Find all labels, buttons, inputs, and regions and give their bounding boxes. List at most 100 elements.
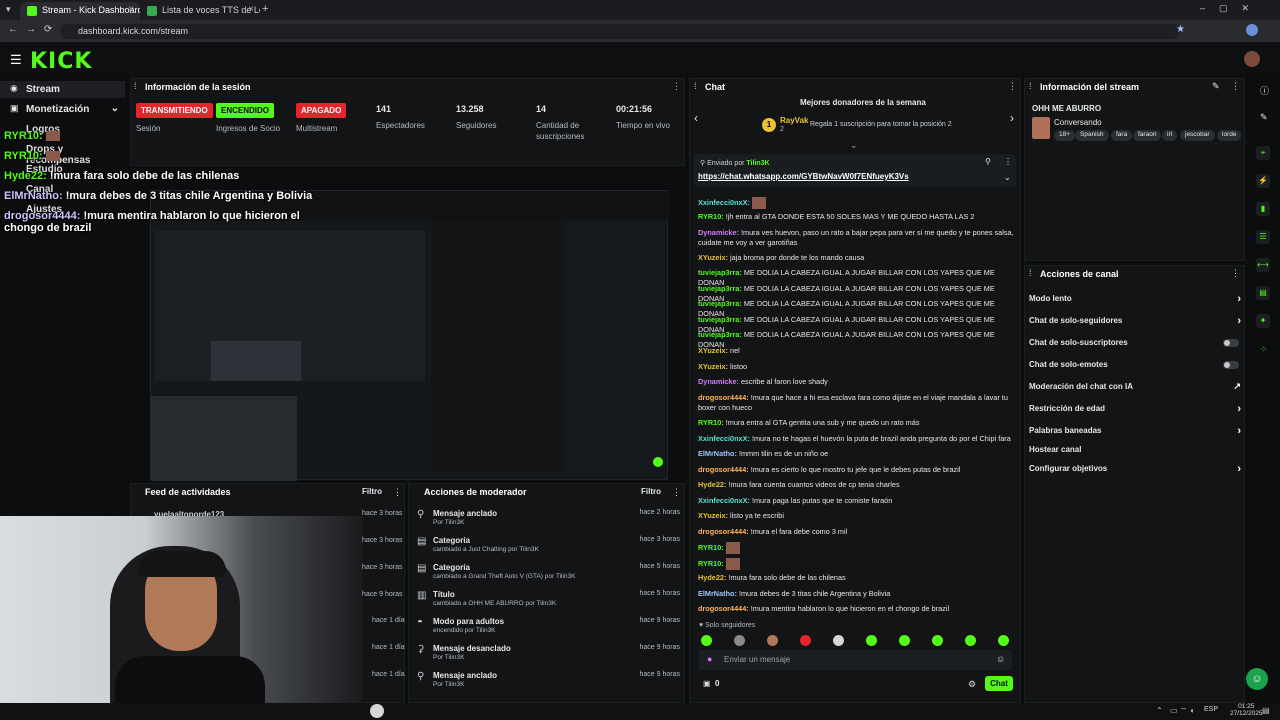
clock[interactable]: 01:25 27/12/2025 [1230,703,1263,717]
emote-icon[interactable] [965,635,976,646]
pinned-link[interactable]: https://chat.whatsapp.com/GYBtwNavW0f7EN… [698,172,909,181]
channel-action-age-restriction[interactable]: Restricción de edad › [1029,403,1241,424]
emote-icon[interactable] [734,635,745,646]
more-options-icon[interactable]: ⋮ [1231,81,1240,92]
channel-action-goals[interactable]: Configurar objetivos › [1029,463,1241,484]
drag-handle-icon[interactable]: ⁞ [134,81,137,91]
profile-avatar[interactable] [1246,24,1258,36]
taskbar-app-icon[interactable] [370,704,384,718]
chat-message: XYuzeix: nel [698,346,740,355]
tray-icons[interactable]: ▭ ⌔ ◖ [1170,706,1194,716]
rail-button[interactable]: ⌖ [1256,146,1270,160]
drag-handle-icon[interactable]: ⁞ [1029,268,1032,278]
emote-icon[interactable] [866,635,877,646]
tray-chevron-icon[interactable]: ⌃ [1156,706,1163,715]
channel-action-subs-only[interactable]: Chat de solo-suscriptores [1029,338,1241,358]
emote-icon[interactable] [767,635,778,646]
rail-button[interactable]: ⚡ [1256,174,1270,188]
more-options-icon[interactable]: ⋮ [1231,268,1240,279]
unpin-icon[interactable]: ⚲ [985,157,991,166]
kick-favicon-icon [27,6,37,16]
drag-handle-icon[interactable]: ⁞ [1029,81,1032,91]
chevron-down-icon[interactable]: ⌄ [1004,173,1011,182]
apps-icon[interactable]: ⁘ [1260,344,1268,355]
rail-button[interactable]: ☰ [1256,230,1270,244]
chat-send-button[interactable]: Chat [985,676,1013,691]
channel-action-slow-mode[interactable]: Modo lento › [1029,293,1241,314]
more-options-icon[interactable]: ⋮ [672,487,681,498]
expand-icon[interactable]: ⌄ [850,140,858,151]
stream-tag[interactable]: irl [1162,130,1178,141]
more-options-icon[interactable]: ⋮ [393,487,402,498]
mod-action-item: ⚳ Mensaje desanclado Por Tilin3K hace 9 hor… [417,644,680,661]
mod-filter-button[interactable]: Filtro [641,487,661,496]
stream-icon: ◉ [10,83,18,93]
tab-list-icon[interactable]: ▾ [6,4,11,15]
stream-tag[interactable]: fara [1111,130,1133,141]
hamburger-menu-icon[interactable]: ☰ [10,52,22,68]
channel-action-followers-only[interactable]: Chat de solo-seguidores › [1029,315,1241,336]
emote-icon[interactable] [833,635,844,646]
pin-icon: ⚲ [417,509,425,520]
channel-action-banned-words[interactable]: Palabras baneadas › [1029,425,1241,446]
rail-button[interactable]: ✦ [1256,314,1270,328]
kick-top-bar [0,42,1280,78]
donor-prompt: Regala 1 suscripción para tomar la posic… [810,121,952,128]
stream-tag[interactable]: 18+ [1054,130,1076,141]
keyboard-language[interactable]: ESP [1204,706,1218,713]
tab-tts-list[interactable]: Lista de voces TTS de LordEmp× [140,2,260,20]
emote-icon[interactable] [800,635,811,646]
stream-tag[interactable]: lorde [1217,130,1242,141]
toggle-switch[interactable] [1223,339,1239,347]
toggle-switch[interactable] [1223,361,1239,369]
new-tab-icon[interactable]: + [262,3,268,15]
chevron-right-icon: › [1237,425,1241,437]
emote-icon[interactable] [998,635,1009,646]
close-tab-icon[interactable]: × [248,4,254,15]
support-chat-icon[interactable]: ☺ [1246,668,1268,690]
chat-settings-icon[interactable]: ⚙ [968,679,976,690]
sidebar-item-monetizacion[interactable]: Monetización ⌄ [0,101,125,118]
more-options-icon[interactable]: ⋮ [1008,81,1017,92]
sidebar-item-stream[interactable]: Stream [0,81,125,98]
stream-tag[interactable]: jescobar [1180,130,1215,141]
emote-icon[interactable] [899,635,910,646]
edit-icon[interactable]: ✎ [1212,81,1220,92]
drag-handle-icon[interactable]: ⁞ [694,81,697,91]
emote-icon[interactable] [701,635,712,646]
user-avatar[interactable] [1244,51,1260,67]
more-options-icon[interactable]: ⋮ [1004,157,1012,166]
nav-buttons[interactable]: ←→⟳ [8,24,60,35]
emote-icon [725,542,740,554]
channel-actions-title: Acciones de canal [1040,269,1119,279]
next-arrow-icon[interactable]: › [1010,111,1014,125]
gift-icon[interactable]: ▣ [703,679,711,688]
emoji-picker-icon[interactable]: ☺ [996,654,1005,664]
kick-logo[interactable]: KICK [30,49,92,74]
pin-icon: ⚲ [700,160,706,167]
emote-icon[interactable] [932,635,943,646]
channel-action-host[interactable]: Hostear canal [1029,445,1241,465]
info-icon[interactable]: ⓘ [1260,84,1269,97]
channel-action-ai-moderation[interactable]: Moderación del chat con IA ↗ [1029,381,1241,402]
activity-filter-button[interactable]: Filtro [362,487,382,496]
notification-icon[interactable]: ▤ [1262,706,1270,715]
more-options-icon[interactable]: ⋮ [672,81,681,92]
bookmark-star-icon[interactable]: ★ [1176,24,1185,35]
edit-icon[interactable]: ✎ [1260,112,1268,123]
url-input[interactable]: dashboard.kick.com/stream [60,24,1180,39]
chat-message: Xxinfecci0nxX: !mura no te hagas el huev… [698,434,1011,443]
rail-button[interactable]: ▤ [1256,286,1270,300]
mod-action-item: ▤ Categoría cambiado a Grand Theft Auto V … [417,563,680,580]
pin-icon: ⚲ [417,671,425,682]
chat-message: ElMrNatho: !mmm tilin es de un niño oe [698,449,829,458]
window-controls[interactable]: –▢✕ [1200,3,1263,14]
stream-tag[interactable]: Spanish [1075,130,1109,141]
rail-button[interactable]: ⟷ [1256,258,1270,272]
stream-tag[interactable]: faraon [1133,130,1162,141]
close-tab-icon[interactable]: × [128,4,134,15]
prev-arrow-icon[interactable]: ‹ [694,111,698,125]
channel-action-emotes-only[interactable]: Chat de solo-emotes [1029,360,1241,380]
tab-stream-dashboard[interactable]: Stream - Kick Dashboard × [20,2,140,20]
rail-button[interactable]: ▮ [1256,202,1270,216]
